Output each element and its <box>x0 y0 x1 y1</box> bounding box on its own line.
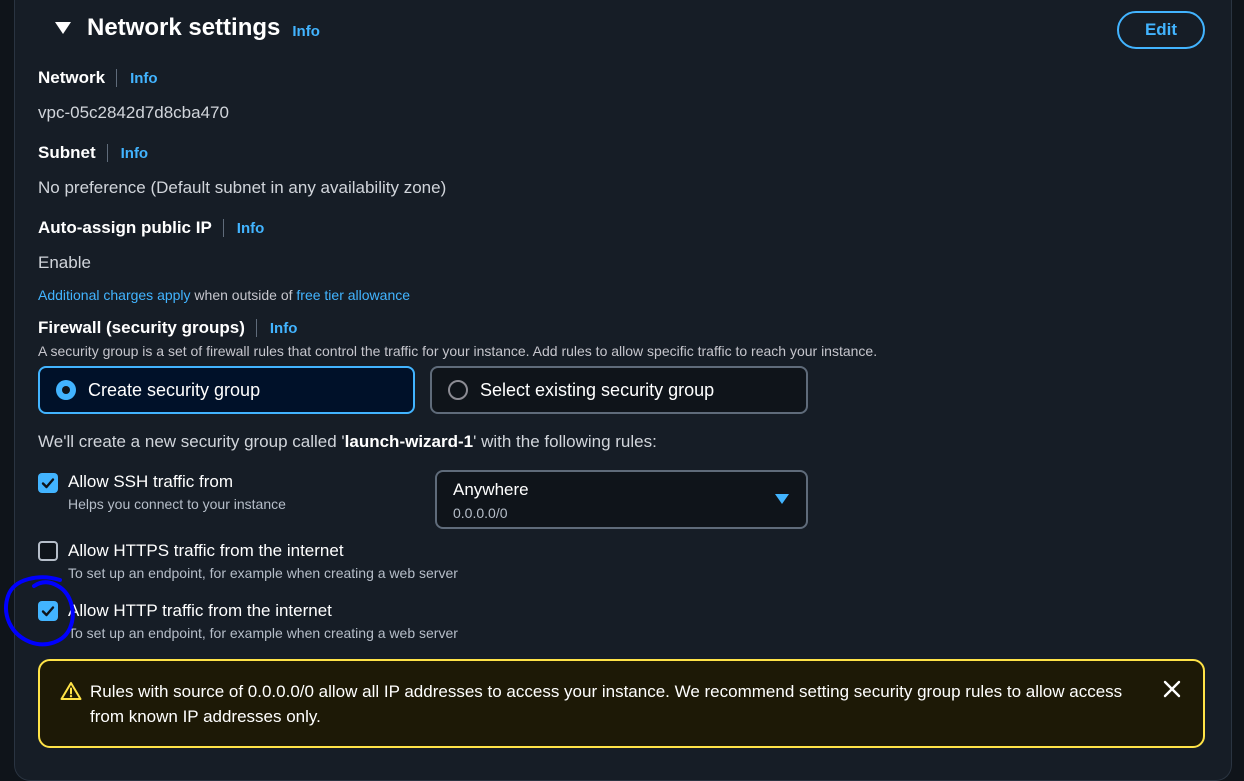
checkmark-icon <box>41 478 55 489</box>
network-label-group: Network Info <box>38 68 158 88</box>
ssh-source-select[interactable]: Anywhere 0.0.0.0/0 <box>435 470 808 529</box>
free-tier-link[interactable]: free tier allowance <box>296 287 410 303</box>
network-value: vpc-05c2842d7d8cba470 <box>38 103 229 122</box>
firewall-info-link[interactable]: Info <box>270 320 298 337</box>
network-label: Network <box>38 68 106 87</box>
radio-selected-icon[interactable] <box>56 380 76 400</box>
ssh-source-value: Anywhere <box>453 480 529 499</box>
http-rule-description: To set up an endpoint, for example when … <box>68 625 458 641</box>
ssh-source-cidr: 0.0.0.0/0 <box>453 505 508 521</box>
ssh-rule-description: Helps you connect to your instance <box>68 496 286 512</box>
divider <box>255 319 257 337</box>
subnet-label-group: Subnet Info <box>38 143 148 163</box>
close-icon[interactable] <box>1162 679 1182 699</box>
http-rule-label[interactable]: Allow HTTP traffic from the internet <box>68 601 332 621</box>
info-link[interactable]: Info <box>292 23 320 40</box>
firewall-label: Firewall (security groups) <box>38 318 245 337</box>
public-ip-value: Enable <box>38 253 91 272</box>
https-checkbox[interactable] <box>38 541 58 561</box>
subnet-value: No preference (Default subnet in any ava… <box>38 178 447 197</box>
create-security-group-option[interactable]: Create security group <box>38 366 415 414</box>
create-note-prefix: We'll create a new security group called… <box>38 432 345 451</box>
caret-down-icon <box>775 494 789 504</box>
charges-note: Additional charges apply when outside of… <box>38 287 410 303</box>
warning-triangle-icon <box>60 682 82 700</box>
checkmark-icon <box>41 606 55 617</box>
warning-alert-text: Rules with source of 0.0.0.0/0 allow all… <box>90 682 1123 726</box>
subnet-label: Subnet <box>38 143 96 162</box>
network-info-link[interactable]: Info <box>130 70 158 87</box>
firewall-description: A security group is a set of firewall ru… <box>38 343 878 359</box>
section-header[interactable]: Network settings Info <box>55 14 320 42</box>
divider <box>116 69 118 87</box>
http-checkbox[interactable] <box>38 601 58 621</box>
divider <box>106 144 108 162</box>
public-ip-label: Auto-assign public IP <box>38 218 212 237</box>
warning-alert: Rules with source of 0.0.0.0/0 allow all… <box>38 659 1205 748</box>
firewall-label-group: Firewall (security groups) Info <box>38 318 297 338</box>
public-ip-info-link[interactable]: Info <box>237 220 265 237</box>
divider <box>222 219 224 237</box>
ssh-rule-label[interactable]: Allow SSH traffic from <box>68 472 233 492</box>
additional-charges-link[interactable]: Additional charges apply <box>38 287 191 303</box>
radio-unselected-icon[interactable] <box>448 380 468 400</box>
public-ip-label-group: Auto-assign public IP Info <box>38 218 264 238</box>
charges-note-text: when outside of <box>190 287 297 303</box>
subnet-info-link[interactable]: Info <box>121 145 149 162</box>
https-rule-description: To set up an endpoint, for example when … <box>68 565 458 581</box>
create-security-group-label: Create security group <box>88 379 261 400</box>
section-title: Network settings <box>87 14 281 41</box>
select-existing-security-group-label: Select existing security group <box>480 379 715 400</box>
create-note-suffix: ' with the following rules: <box>473 432 657 451</box>
security-group-name: launch-wizard-1 <box>344 432 474 451</box>
ssh-checkbox[interactable] <box>38 473 58 493</box>
edit-button[interactable]: Edit <box>1117 11 1205 49</box>
https-rule-label[interactable]: Allow HTTPS traffic from the internet <box>68 541 344 561</box>
create-note: We'll create a new security group called… <box>38 432 657 452</box>
caret-down-icon[interactable] <box>55 22 71 34</box>
select-existing-security-group-option[interactable]: Select existing security group <box>430 366 808 414</box>
